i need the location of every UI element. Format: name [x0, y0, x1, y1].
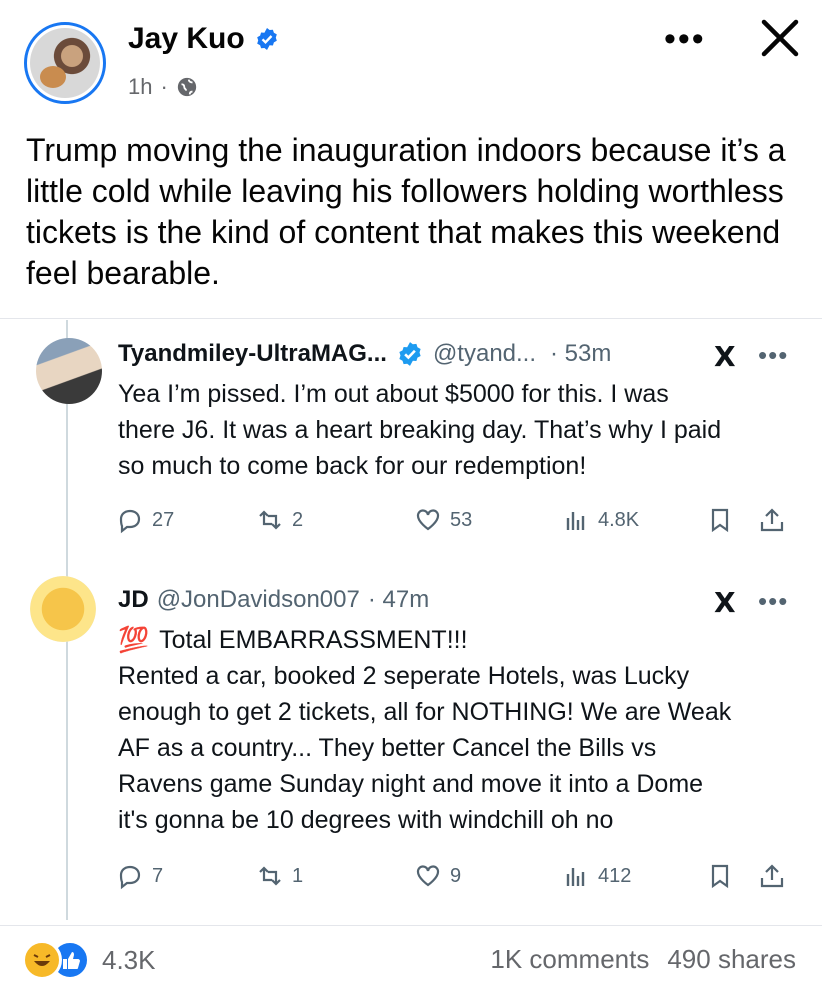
- retweet-icon: [259, 866, 281, 886]
- tweet-actions: 7 1 9 412: [0, 862, 822, 898]
- bookmark-action: [706, 506, 734, 534]
- tweet-text-line: Yea I’m pissed. I’m out about $5000 for …: [118, 380, 669, 408]
- tweet-header: JD @JonDavidson007 · 47m: [118, 586, 429, 614]
- retweet-action: 1: [256, 862, 303, 890]
- more-options-button[interactable]: •••: [664, 20, 706, 59]
- tweet-avatar: [36, 338, 102, 404]
- heart-icon: [416, 865, 440, 887]
- share-action: [758, 506, 786, 534]
- author-name[interactable]: Jay Kuo: [128, 22, 245, 56]
- x-logo-icon: X: [714, 586, 736, 619]
- hundred-emoji: 💯: [118, 626, 150, 654]
- bookmark-icon: [711, 508, 729, 533]
- tweet-text-line: it's gonna be 10 degrees with windchill …: [118, 806, 614, 834]
- share-action: [758, 862, 786, 890]
- tweet-text: Yea I’m pissed. I’m out about $5000 for …: [118, 376, 798, 484]
- views-chart-icon: [566, 868, 585, 886]
- tweet-time: · 53m: [550, 340, 612, 367]
- views-count: 412: [598, 864, 632, 887]
- tweet-more-icon: •••: [758, 586, 789, 616]
- tweet-text-line-first: Total EMBARRASSMENT!!!: [159, 626, 468, 654]
- tweet-text-line: so much to come back for our redemption!: [118, 452, 587, 480]
- like-action: 53: [414, 506, 472, 534]
- heart-icon: [416, 509, 440, 531]
- reply-action: 27: [116, 506, 174, 534]
- views-count: 4.8K: [598, 508, 640, 531]
- tweet-text-line: 💯 Total EMBARRASSMENT!!!: [118, 622, 808, 658]
- retweet-count: 1: [292, 864, 304, 887]
- tweet-text-line: AF as a country... They better Cancel th…: [118, 734, 657, 762]
- reply-count: 7: [152, 864, 164, 887]
- tweet-text: 💯 Total EMBARRASSMENT!!! Rented a car, bo…: [118, 622, 808, 838]
- tweet-text-line: Ravens game Sunday night and move it int…: [118, 770, 704, 798]
- like-count: 53: [450, 508, 473, 531]
- tweet-avatar: [30, 576, 96, 642]
- tweet-actions: 27 2 53 4.8K: [0, 506, 822, 542]
- views-action: 4.8K: [562, 506, 639, 534]
- reactions-summary[interactable]: 4.3K: [22, 940, 156, 980]
- tweet-text-line: Rented a car, booked 2 seperate Hotels, …: [118, 662, 690, 690]
- post-meta: 1h ·: [128, 74, 198, 100]
- globe-icon: [177, 77, 196, 97]
- post-time[interactable]: 1h: [128, 74, 152, 100]
- tweet-text-line: enough to get 2 tickets, all for NOTHING…: [118, 698, 732, 726]
- views-action: 412: [562, 862, 631, 890]
- tweet-author-name: JD: [118, 586, 149, 613]
- close-icon[interactable]: [756, 14, 804, 62]
- verified-badge-icon: [256, 28, 277, 50]
- reply-action: 7: [116, 862, 163, 890]
- tweet-more-icon: •••: [758, 340, 789, 370]
- verified-badge-icon: [399, 342, 421, 366]
- retweet-count: 2: [292, 508, 304, 531]
- reactions-count: 4.3K: [102, 944, 156, 975]
- retweet-icon: [259, 510, 281, 530]
- tweet-handle: @JonDavidson007: [156, 586, 360, 613]
- bookmark-action: [706, 862, 734, 890]
- views-chart-icon: [566, 512, 585, 530]
- tweet-author-name: Tyandmiley-UltraMAG...: [118, 340, 387, 367]
- bookmark-icon: [711, 864, 729, 889]
- share-icon: [760, 508, 784, 532]
- post-text: Trump moving the inauguration indoors be…: [26, 132, 786, 291]
- author-avatar[interactable]: [24, 22, 106, 104]
- haha-reaction-icon: [22, 940, 62, 980]
- reply-count: 27: [152, 508, 175, 531]
- meta-separator: ·: [160, 74, 168, 99]
- x-logo-icon: X: [714, 340, 736, 373]
- reply-icon: [119, 509, 141, 534]
- tweet-header: Tyandmiley-UltraMAG... @tyand... · 53m: [118, 340, 611, 368]
- retweet-action: 2: [256, 506, 303, 534]
- like-action: 9: [414, 862, 461, 890]
- tweet-time: · 47m: [367, 586, 430, 613]
- tweet-handle: @tyand...: [432, 340, 537, 367]
- shares-count-link[interactable]: 490 shares: [667, 944, 796, 975]
- reply-icon: [119, 865, 141, 890]
- author-name-row[interactable]: Jay Kuo: [128, 22, 279, 56]
- comments-count-link[interactable]: 1K comments: [490, 944, 649, 975]
- like-count: 9: [450, 864, 462, 887]
- engagement-stats: 1K comments 490 shares: [490, 944, 796, 975]
- tweet-text-line: there J6. It was a heart breaking day. T…: [118, 416, 722, 444]
- share-icon: [760, 864, 784, 888]
